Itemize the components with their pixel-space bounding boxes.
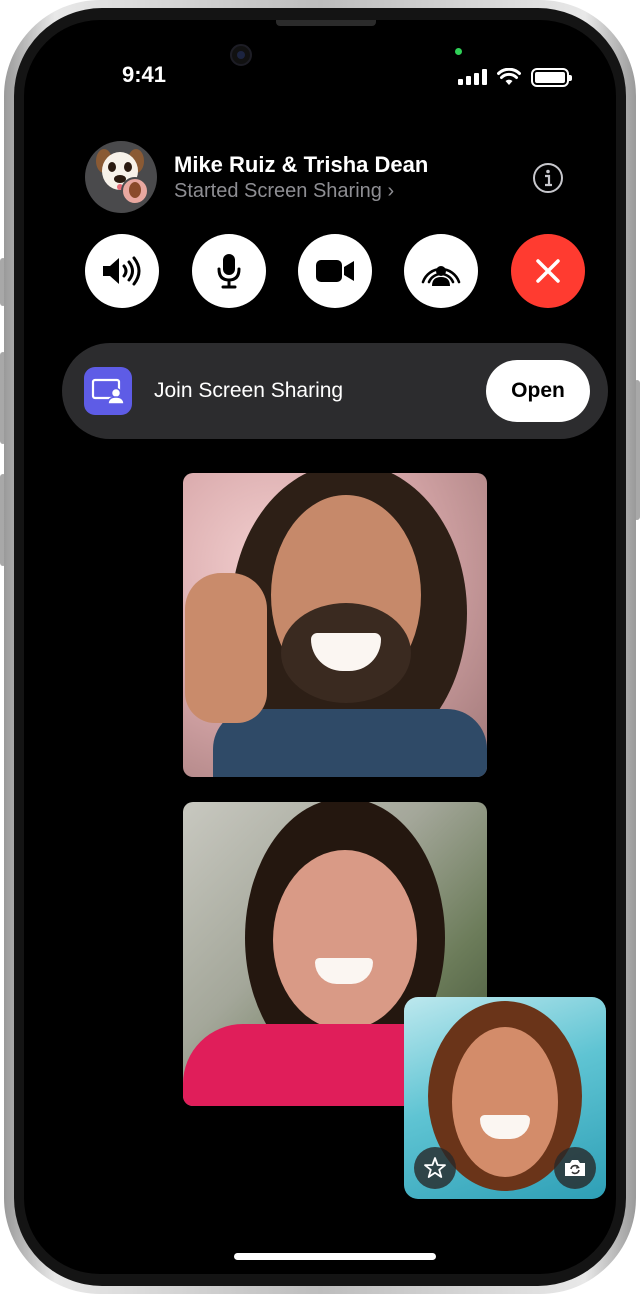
- status-icons: [458, 66, 572, 88]
- secondary-avatar: [121, 177, 149, 205]
- camera-flip-icon: [565, 1160, 585, 1176]
- shareplay-icon: [421, 266, 461, 286]
- effects-button[interactable]: [414, 1147, 456, 1189]
- battery-icon: [531, 67, 572, 87]
- earpiece-speaker: [276, 20, 376, 26]
- call-screen: 9:41 Mike Ruiz & Trisha Dean Started Scr…: [24, 20, 616, 1274]
- cellular-signal-icon: [458, 69, 487, 85]
- mic-in-use-indicator: [455, 48, 462, 55]
- wifi-icon: [497, 68, 521, 85]
- close-x-icon: [536, 259, 560, 283]
- phone-frame: 9:41 Mike Ruiz & Trisha Dean Started Scr…: [4, 0, 636, 1294]
- mute-button[interactable]: [192, 234, 266, 308]
- front-camera: [230, 44, 252, 66]
- open-button[interactable]: Open: [486, 360, 590, 422]
- participant-face: [273, 850, 417, 1030]
- phone-bezel: 9:41 Mike Ruiz & Trisha Dean Started Scr…: [14, 8, 626, 1286]
- self-view-tile[interactable]: [404, 997, 606, 1199]
- shareplay-button[interactable]: [404, 234, 478, 308]
- status-time: 9:41: [121, 62, 167, 87]
- end-call-button[interactable]: [511, 234, 585, 308]
- video-camera-icon: [316, 260, 354, 282]
- effects-star-icon: [424, 1157, 446, 1178]
- home-indicator[interactable]: [234, 1253, 436, 1260]
- call-status-link[interactable]: Started Screen Sharing ›: [174, 180, 394, 203]
- camera-button[interactable]: [298, 234, 372, 308]
- screen-share-person-icon: [91, 378, 125, 405]
- banner-label: Join Screen Sharing: [154, 379, 344, 402]
- caller-names: Mike Ruiz & Trisha Dean: [174, 152, 429, 177]
- flip-camera-button[interactable]: [554, 1147, 596, 1189]
- speaker-button[interactable]: [85, 234, 159, 308]
- info-icon[interactable]: [532, 162, 564, 194]
- group-avatar[interactable]: [85, 141, 157, 213]
- speaker-wave-icon: [103, 256, 141, 286]
- screen-sharing-app-icon: [84, 367, 132, 415]
- self-face: [452, 1027, 558, 1177]
- participant-video-tile[interactable]: [183, 473, 487, 777]
- microphone-icon: [217, 254, 241, 289]
- participant-shirt: [213, 709, 487, 777]
- participant-hand: [185, 573, 267, 723]
- screen-sharing-banner[interactable]: Join Screen Sharing Open: [62, 343, 608, 439]
